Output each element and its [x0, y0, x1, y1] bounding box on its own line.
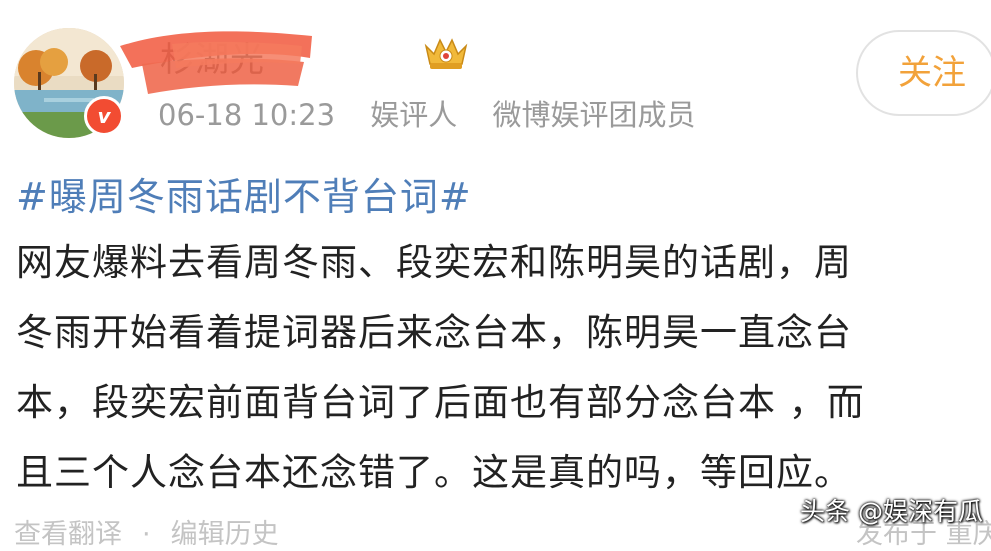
author-role: 娱评人: [370, 98, 458, 132]
post-timestamp: 06-18 10:23: [158, 98, 336, 132]
post-text-line: 本，段奕宏前面背台词了后面也有部分念台本 ，而: [16, 381, 865, 424]
source-watermark: 头条 @娱深有瓜: [800, 497, 983, 526]
hashtag-link[interactable]: #曝周冬雨话剧不背台词#: [16, 166, 991, 228]
verified-badge: v: [84, 96, 124, 136]
post-body: #曝周冬雨话剧不背台词# 网友爆料去看周冬雨、段奕宏和陈明昊的话剧，周 冬雨开始…: [16, 166, 991, 508]
post-meta: 06-18 10:23 娱评人 微博娱评团成员: [158, 92, 722, 134]
follow-button[interactable]: 关注: [856, 30, 991, 116]
crown-badge-icon: [420, 32, 472, 74]
author-group: 微博娱评团成员: [492, 98, 696, 132]
post-text-line: 冬雨开始看着提词器后来念台本，陈明昊一直念台: [16, 311, 852, 354]
post-footer-links: 查看翻译 · 编辑历史: [14, 512, 279, 551]
author-name[interactable]: 杉湖光: [160, 32, 265, 81]
footer-separator: ·: [142, 519, 151, 550]
edit-history-link[interactable]: 编辑历史: [171, 519, 279, 550]
view-translation-link[interactable]: 查看翻译: [14, 519, 122, 550]
post-text-line: 网友爆料去看周冬雨、段奕宏和陈明昊的话剧，周: [16, 241, 852, 284]
